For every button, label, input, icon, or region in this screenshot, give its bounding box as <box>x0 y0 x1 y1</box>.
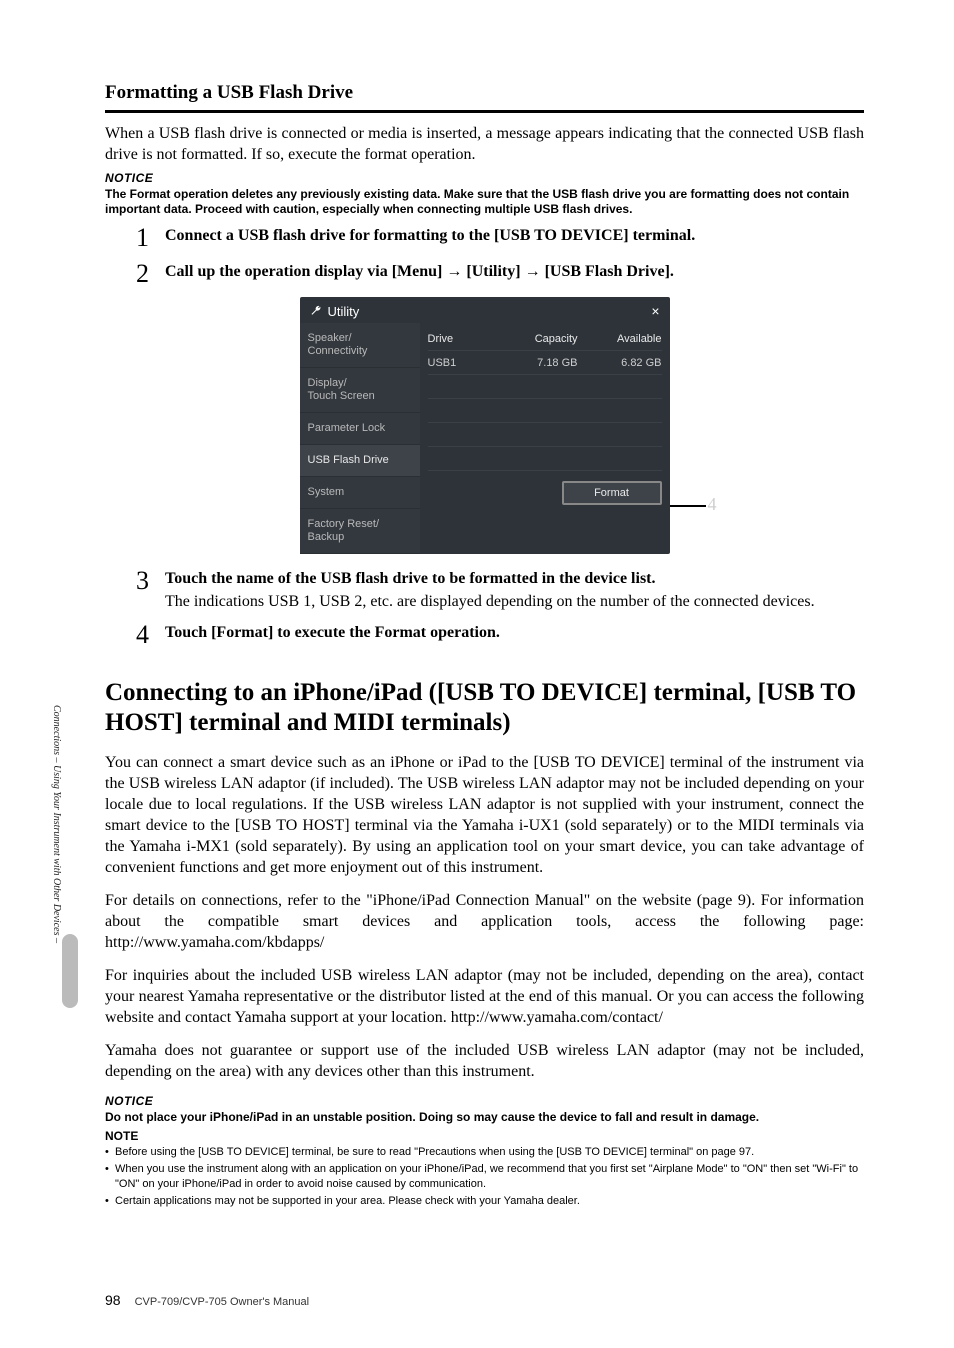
step-number: 4 <box>105 622 165 648</box>
sidebar-item-factoryreset[interactable]: Factory Reset/Backup <box>300 509 420 554</box>
note-label: NOTE <box>105 1129 864 1143</box>
section1-rule <box>105 110 864 113</box>
section2-para3: For inquiries about the included USB wir… <box>105 965 864 1028</box>
format-button[interactable]: Format <box>562 481 662 505</box>
section2-heading: Connecting to an iPhone/iPad ([USB TO DE… <box>105 678 864 738</box>
page-footer: 98 CVP-709/CVP-705 Owner's Manual <box>105 1293 309 1308</box>
cell-drive: USB1 <box>428 357 498 369</box>
table-row-empty <box>428 399 662 423</box>
screenshot-content: Drive Capacity Available USB1 7.18 GB 6.… <box>420 323 670 554</box>
screenshot-title: Utility <box>328 304 360 319</box>
side-tab-label: Connections – Using Your Instrument with… <box>50 634 62 1014</box>
table-row[interactable]: USB1 7.18 GB 6.82 GB <box>428 351 662 375</box>
notice-label: NOTICE <box>105 171 864 185</box>
bullet-item: When you use the instrument along with a… <box>105 1162 864 1192</box>
step-number: 3 <box>105 568 165 612</box>
notice-label-2: NOTICE <box>105 1094 864 1108</box>
step-title: Call up the operation display via [Menu]… <box>165 261 864 282</box>
callout-line <box>670 505 706 507</box>
page-number: 98 <box>105 1293 121 1307</box>
step-title: Connect a USB flash drive for formatting… <box>165 225 864 246</box>
step-2: 2 Call up the operation display via [Men… <box>105 261 864 287</box>
screenshot-sidebar: Speaker/Connectivity Display/Touch Scree… <box>300 323 420 554</box>
sidebar-item-system[interactable]: System <box>300 477 420 509</box>
notice-text: The Format operation deletes any previou… <box>105 187 864 217</box>
table-row-empty <box>428 423 662 447</box>
section2-para4: Yamaha does not guarantee or support use… <box>105 1040 864 1082</box>
screenshot-wrap: Utility × Speaker/Connectivity Display/T… <box>105 297 864 554</box>
wrench-icon <box>310 305 322 317</box>
side-tab-accent <box>62 934 78 1008</box>
col-available: Available <box>578 333 662 345</box>
page: Connections – Using Your Instrument with… <box>0 0 954 1348</box>
step-list-2: 3 Touch the name of the USB flash drive … <box>105 568 864 648</box>
note-bullets: Before using the [USB TO DEVICE] termina… <box>105 1145 864 1209</box>
sidebar-item-display[interactable]: Display/Touch Screen <box>300 368 420 413</box>
screenshot-titlebar: Utility × <box>300 297 670 323</box>
sidebar-item-speaker[interactable]: Speaker/Connectivity <box>300 323 420 368</box>
step-number: 1 <box>105 225 165 251</box>
step-desc: The indications USB 1, USB 2, etc. are d… <box>165 591 864 612</box>
callout-number: 4 <box>708 495 717 513</box>
notice-text-2: Do not place your iPhone/iPad in an unst… <box>105 1110 864 1125</box>
step-title: Touch the name of the USB flash drive to… <box>165 568 864 589</box>
table-row-empty <box>428 375 662 399</box>
section2-para1: You can connect a smart device such as a… <box>105 752 864 878</box>
step-title: Touch [Format] to execute the Format ope… <box>165 622 864 643</box>
col-drive: Drive <box>428 333 498 345</box>
bullet-item: Before using the [USB TO DEVICE] termina… <box>105 1145 864 1160</box>
screenshot-title-left: Utility <box>310 304 360 319</box>
bullet-item: Certain applications may not be supporte… <box>105 1194 864 1209</box>
cell-capacity: 7.18 GB <box>498 357 578 369</box>
col-capacity: Capacity <box>498 333 578 345</box>
section2-para2: For details on connections, refer to the… <box>105 890 864 953</box>
sidebar-item-paramlock[interactable]: Parameter Lock <box>300 413 420 445</box>
manual-name: CVP-709/CVP-705 Owner's Manual <box>135 1297 310 1308</box>
step-number: 2 <box>105 261 165 287</box>
section1-intro: When a USB flash drive is connected or m… <box>105 123 864 165</box>
cell-available: 6.82 GB <box>578 357 662 369</box>
step-3: 3 Touch the name of the USB flash drive … <box>105 568 864 612</box>
section1-heading: Formatting a USB Flash Drive <box>105 82 864 104</box>
table-header: Drive Capacity Available <box>428 327 662 351</box>
table-row-empty <box>428 447 662 471</box>
step-list: 1 Connect a USB flash drive for formatti… <box>105 225 864 287</box>
sidebar-item-usbflash[interactable]: USB Flash Drive <box>300 445 420 477</box>
close-icon[interactable]: × <box>651 303 659 319</box>
step-4: 4 Touch [Format] to execute the Format o… <box>105 622 864 648</box>
side-tab: Connections – Using Your Instrument with… <box>62 634 80 1014</box>
step-1: 1 Connect a USB flash drive for formatti… <box>105 225 864 251</box>
utility-screenshot: Utility × Speaker/Connectivity Display/T… <box>300 297 670 554</box>
